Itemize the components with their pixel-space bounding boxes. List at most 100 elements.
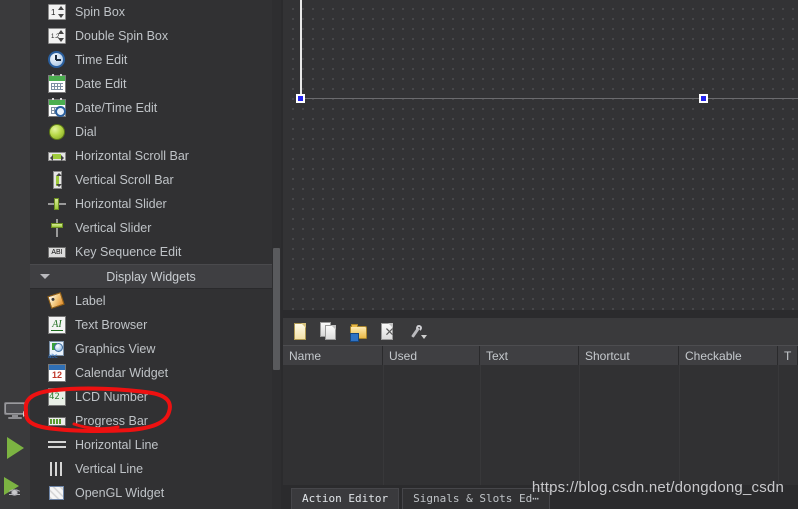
widget-item-time-edit[interactable]: Time Edit <box>30 48 272 72</box>
widget-item-label: Dial <box>75 125 97 139</box>
bottom-tab-bar: Action Editor Signals & Slots Ed⋯ <box>283 485 798 509</box>
text-browser-icon: AI <box>48 316 66 334</box>
column-header-used[interactable]: Used <box>383 346 480 366</box>
widget-item-vertical-scroll-bar[interactable]: Vertical Scroll Bar <box>30 168 272 192</box>
widget-item-label: Date/Time Edit <box>75 101 158 115</box>
form-canvas[interactable] <box>283 0 798 310</box>
column-header-shortcut[interactable]: Shortcut <box>579 346 679 366</box>
scrollbar-thumb[interactable] <box>273 248 280 370</box>
widget-item-label: Horizontal Slider <box>75 197 167 211</box>
widget-item-opengl-widget[interactable]: OpenGL Widget <box>30 481 272 505</box>
edit-folder-icon[interactable] <box>349 322 369 342</box>
widget-item-date-edit[interactable]: Date Edit <box>30 72 272 96</box>
widget-item-key-sequence-edit[interactable]: ABI Key Sequence Edit <box>30 240 272 264</box>
action-editor-panel: ✕ Name Used Text Shortcut Checkable T Ac… <box>283 318 798 509</box>
tab-action-editor[interactable]: Action Editor <box>291 488 400 509</box>
widget-item-label: Spin Box <box>75 5 126 19</box>
column-header-name[interactable]: Name <box>283 346 383 366</box>
widget-item-horizontal-scroll-bar[interactable]: Horizontal Scroll Bar <box>30 144 272 168</box>
widget-item-spin-box[interactable]: 1 Spin Box <box>30 0 272 24</box>
column-header-tooltip[interactable]: T <box>778 346 798 366</box>
widget-item-label: Text Browser <box>75 318 148 332</box>
action-table-header: Name Used Text Shortcut Checkable T <box>283 345 798 367</box>
run-button[interactable] <box>2 432 28 464</box>
calendar-widget-icon: 12 <box>48 364 66 382</box>
label-tag-icon <box>47 292 66 310</box>
widget-item-label-widget[interactable]: Label <box>30 289 272 313</box>
action-table-body[interactable] <box>283 365 798 485</box>
widget-item-label: Graphics View <box>75 342 156 356</box>
chevron-right-icon <box>23 411 27 417</box>
widget-item-text-browser[interactable]: AI Text Browser <box>30 313 272 337</box>
widget-item-graphics-view[interactable]: abc Graphics View <box>30 337 272 361</box>
column-header-checkable[interactable]: Checkable <box>679 346 778 366</box>
widget-item-label: Calendar Widget <box>75 366 169 380</box>
monitor-icon <box>4 402 27 419</box>
widget-item-horizontal-slider[interactable]: Horizontal Slider <box>30 192 272 216</box>
left-toolbar <box>0 0 30 509</box>
widget-group-label: Display Widgets <box>106 269 196 284</box>
widget-item-qquick-widget[interactable]: QQuickWidget <box>30 505 272 509</box>
column-header-text[interactable]: Text <box>480 346 579 366</box>
copy-icon[interactable] <box>320 321 340 342</box>
widget-item-horizontal-line[interactable]: Horizontal Line <box>30 433 272 457</box>
tab-signals-slots-editor[interactable]: Signals & Slots Ed⋯ <box>402 488 550 509</box>
chevron-down-icon <box>421 334 427 339</box>
widget-box-scrollbar[interactable] <box>272 0 281 509</box>
vertical-line-icon <box>48 460 66 478</box>
wrench-dropdown-icon[interactable] <box>407 322 427 342</box>
double-spin-box-icon: 1.2 <box>48 27 66 45</box>
widget-item-label: Time Edit <box>75 53 128 67</box>
widget-item-label: Vertical Scroll Bar <box>75 173 174 187</box>
widget-item-label: OpenGL Widget <box>75 486 165 500</box>
progress-bar-icon <box>48 412 66 430</box>
lcd-number-icon: 42. <box>48 388 66 406</box>
widget-item-vertical-line[interactable]: Vertical Line <box>30 457 272 481</box>
widget-item-label: Label <box>75 294 106 308</box>
widget-item-label: Progress Bar <box>75 414 148 428</box>
form-left-edge <box>300 0 302 98</box>
form-bottom-edge <box>301 98 798 99</box>
horizontal-slider-icon <box>48 195 66 213</box>
qt-designer-window: 1 Spin Box 1.2 Double Spin Box Time Edit <box>0 0 798 509</box>
widget-item-date-time-edit[interactable]: Date/Time Edit <box>30 96 272 120</box>
widget-item-calendar-widget[interactable]: 12 Calendar Widget <box>30 361 272 385</box>
opengl-widget-icon <box>48 484 66 502</box>
widget-box-panel[interactable]: 1 Spin Box 1.2 Double Spin Box Time Edit <box>30 0 272 509</box>
horizontal-line-icon <box>48 436 66 454</box>
delete-icon[interactable]: ✕ <box>378 322 398 342</box>
play-triangle-icon <box>6 437 24 459</box>
horizontal-scrollbar-icon <box>48 147 66 165</box>
widget-item-label: Vertical Line <box>75 462 144 476</box>
chevron-down-icon <box>40 274 50 279</box>
vertical-scrollbar-icon <box>48 171 66 189</box>
widget-item-label: Date Edit <box>75 77 127 91</box>
dial-icon <box>48 123 66 141</box>
selection-handle-right[interactable] <box>699 94 708 103</box>
action-editor-toolbar: ✕ <box>283 318 798 345</box>
widget-item-label: Double Spin Box <box>75 29 169 43</box>
canvas-dot-grid <box>288 0 798 310</box>
widget-item-label: Key Sequence Edit <box>75 245 182 259</box>
spin-box-icon: 1 <box>48 3 66 21</box>
widget-item-lcd-number[interactable]: 42. LCD Number <box>30 385 272 409</box>
widget-item-label: LCD Number <box>75 390 148 404</box>
calendar-clock-icon <box>48 98 66 117</box>
debug-button[interactable] <box>2 472 28 504</box>
calendar-icon <box>48 74 66 93</box>
splitter-handle[interactable] <box>283 310 798 318</box>
widget-item-vertical-slider[interactable]: Vertical Slider <box>30 216 272 240</box>
widget-item-double-spin-box[interactable]: 1.2 Double Spin Box <box>30 24 272 48</box>
widget-item-label: Horizontal Line <box>75 438 159 452</box>
widget-group-display-widgets[interactable]: Display Widgets <box>30 264 272 289</box>
selection-handle-left[interactable] <box>296 94 305 103</box>
widget-item-progress-bar[interactable]: Progress Bar <box>30 409 272 433</box>
widget-item-label: Horizontal Scroll Bar <box>75 149 189 163</box>
widget-item-dial[interactable]: Dial <box>30 120 272 144</box>
play-bug-icon <box>3 476 27 500</box>
form-preview-button[interactable] <box>2 394 28 426</box>
new-file-icon[interactable] <box>291 322 311 342</box>
key-sequence-icon: ABI <box>48 243 66 261</box>
graphics-view-icon: abc <box>48 340 66 360</box>
clock-icon <box>48 51 66 69</box>
